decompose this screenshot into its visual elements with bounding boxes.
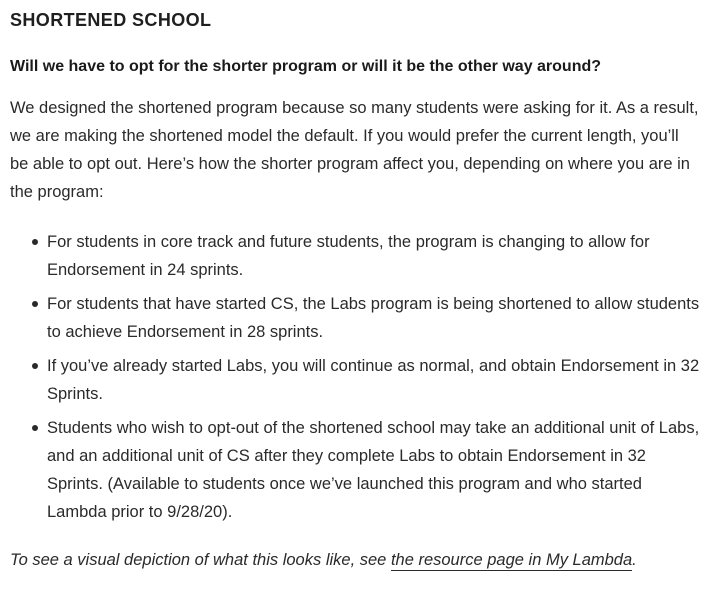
list-item: Students who wish to opt-out of the shor… bbox=[10, 414, 701, 526]
list-item: For students that have started CS, the L… bbox=[10, 290, 701, 346]
bullet-list: For students in core track and future st… bbox=[10, 228, 701, 526]
bullet-icon bbox=[32, 363, 38, 369]
list-item: For students in core track and future st… bbox=[10, 228, 701, 284]
intro-paragraph: We designed the shortened program becaus… bbox=[10, 99, 699, 201]
section-title: SHORTENED SCHOOL bbox=[10, 10, 212, 30]
list-item-text: For students that have started CS, the L… bbox=[47, 295, 700, 341]
list-item-text: Students who wish to opt-out of the shor… bbox=[47, 419, 700, 521]
question-heading: Will we have to opt for the shorter prog… bbox=[10, 58, 602, 75]
bullet-icon bbox=[32, 239, 38, 245]
footer-prefix: To see a visual depiction of what this l… bbox=[10, 551, 391, 569]
bullet-icon bbox=[32, 301, 38, 307]
list-item-text: For students in core track and future st… bbox=[47, 233, 650, 279]
list-item-text: If you’ve already started Labs, you will… bbox=[47, 357, 700, 403]
bullet-icon bbox=[32, 425, 38, 431]
resource-page-link[interactable]: the resource page in My Lambda bbox=[390, 551, 633, 571]
page: SHORTENED SCHOOL Will we have to opt for… bbox=[0, 0, 711, 600]
list-item: If you’ve already started Labs, you will… bbox=[10, 352, 701, 408]
footer-suffix: . bbox=[632, 551, 637, 569]
footer-note: To see a visual depiction of what this l… bbox=[10, 546, 701, 574]
